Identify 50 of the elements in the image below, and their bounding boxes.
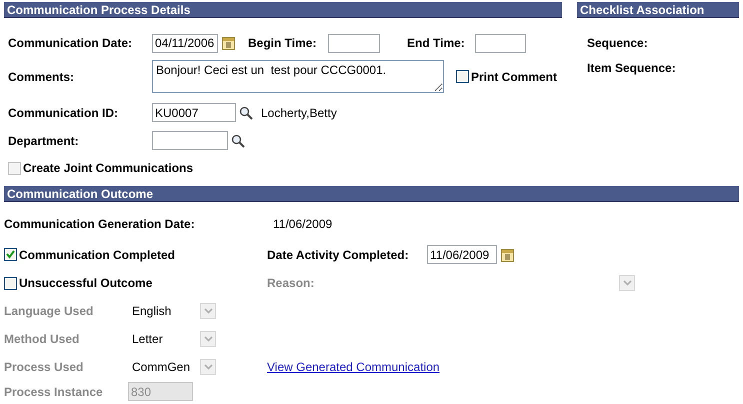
checkbox[interactable] [4,276,17,290]
dropdown-button[interactable] [619,275,635,291]
field-label: Communication Generation Date: [4,217,196,231]
field-label: Comments: [8,70,76,84]
checkbox-label: Create Joint Communications [23,161,194,175]
checkbox[interactable] [456,70,469,83]
field-label: Reason: [267,276,316,290]
field-label: Begin Time: [248,36,318,50]
dropdown-button[interactable] [200,303,216,319]
caret-icon [204,308,212,314]
field-label: Process Instance [4,384,104,398]
person-name: Locherty,Betty [261,106,337,120]
checkbox-label: Print Comment [471,70,558,84]
dropdown-button[interactable] [200,359,216,375]
field-label: Sequence: [587,36,648,50]
date-field[interactable]: 11/06/2009 [427,245,497,264]
date-value: 11/06/2009 [273,217,332,231]
calendar-icon[interactable] [501,248,514,262]
field-label: Date Activity Completed: [267,248,410,262]
field-label: End Time: [407,36,466,50]
select-value: CommGen [132,360,192,374]
field-label: Method Used [4,332,80,346]
field-label: Language Used [4,304,94,318]
field-label: Communication Date: [8,36,134,50]
department-field[interactable] [152,131,228,150]
field-label: Communication ID: [8,106,119,120]
calendar-icon[interactable] [222,36,235,50]
select-value: English [132,304,172,318]
time-field[interactable] [328,34,380,52]
checkbox-label: Unsuccessful Outcome [19,276,152,290]
field-label: Department: [8,134,80,148]
caret-icon [204,364,212,370]
id-field[interactable]: KU0007 [152,103,236,122]
caret-icon [204,336,212,342]
field-label: Process Used [4,360,84,374]
select-value: Letter [132,332,164,346]
search-icon[interactable] [239,106,253,120]
date-field[interactable]: 04/11/2006 [152,34,218,52]
section-header: Checklist Association [577,2,739,18]
section-header: Communication Process Details [4,2,562,18]
view-link[interactable]: View Generated Communication [267,360,440,374]
checkbox[interactable] [4,248,17,261]
field-label: Item Sequence: [587,61,676,75]
caret-icon [622,280,632,286]
section-header: Communication Outcome [4,186,739,202]
time-field[interactable] [475,34,526,52]
checkbox-label: Communication Completed [19,248,176,262]
dropdown-button[interactable] [200,331,216,347]
comments-field[interactable]: Bonjour! Ceci est un test pour CCCG0001. [152,60,444,93]
search-icon[interactable] [231,134,245,148]
